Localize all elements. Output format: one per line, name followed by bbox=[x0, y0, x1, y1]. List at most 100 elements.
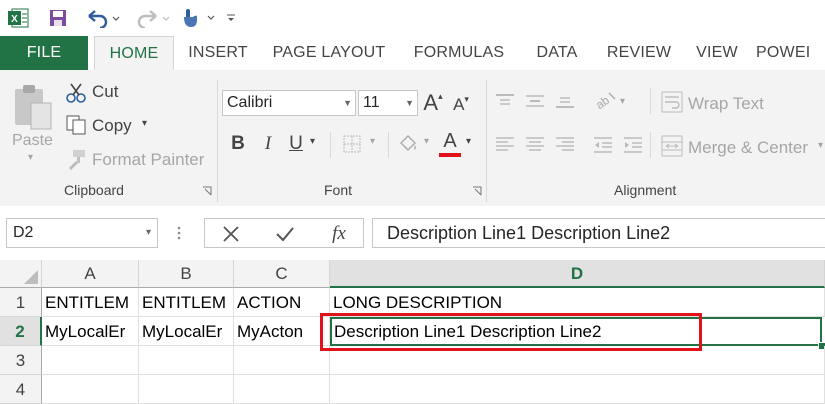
paste-icon[interactable] bbox=[10, 80, 56, 132]
ribbon-tabs: FILE HOME INSERT PAGE LAYOUT FORMULAS DA… bbox=[0, 36, 825, 72]
align-left-icon[interactable] bbox=[494, 134, 516, 156]
cell-c2[interactable]: MyActon bbox=[234, 317, 330, 346]
fill-color-icon[interactable] bbox=[396, 132, 420, 156]
decrease-font-size-icon[interactable]: A ▾ bbox=[450, 94, 472, 116]
wrap-text-button[interactable]: Wrap Text bbox=[688, 94, 764, 114]
font-size-dropdown-icon[interactable]: ▼ bbox=[405, 91, 414, 115]
align-center-icon[interactable] bbox=[524, 134, 546, 156]
borders-dropdown-icon[interactable]: ▾ bbox=[370, 136, 375, 147]
formula-input[interactable]: Description Line1 Description Line2 bbox=[372, 218, 825, 248]
copy-dropdown-icon[interactable]: ▾ bbox=[142, 118, 147, 129]
font-color-icon[interactable]: A bbox=[438, 130, 462, 158]
merge-center-dropdown-icon[interactable]: ▾ bbox=[818, 140, 823, 151]
worksheet-grid[interactable]: A B C D 1 2 3 4 ENTITLEM ENTITLEM ACTION… bbox=[0, 260, 825, 404]
decrease-indent-icon[interactable] bbox=[592, 134, 614, 156]
tab-data[interactable]: DATA bbox=[522, 36, 592, 70]
save-icon[interactable] bbox=[46, 6, 70, 30]
cell-a2[interactable]: MyLocalEr bbox=[42, 317, 139, 346]
cell-d1[interactable]: LONG DESCRIPTION bbox=[330, 288, 825, 317]
column-header-d[interactable]: D bbox=[330, 260, 825, 288]
cell-b4[interactable] bbox=[139, 375, 234, 404]
touch-mode-icon[interactable] bbox=[178, 6, 218, 30]
cell-c3[interactable] bbox=[234, 346, 330, 375]
ribbon-home: Paste ▾ Cut Copy ▾ Format Painter Clipbo… bbox=[0, 70, 825, 207]
font-launcher-icon[interactable] bbox=[472, 186, 482, 196]
tab-formulas[interactable]: FORMULAS bbox=[402, 36, 516, 70]
cell-a3[interactable] bbox=[42, 346, 139, 375]
cell-b3[interactable] bbox=[139, 346, 234, 375]
paste-button[interactable]: Paste bbox=[12, 132, 53, 150]
orientation-icon[interactable]: ab bbox=[592, 88, 618, 112]
cell-b1[interactable]: ENTITLEM bbox=[139, 288, 234, 317]
row-header-3[interactable]: 3 bbox=[0, 346, 42, 375]
merge-center-icon[interactable] bbox=[660, 134, 684, 158]
undo-icon[interactable] bbox=[82, 6, 122, 30]
cell-d4[interactable] bbox=[330, 375, 825, 404]
font-group-label: Font bbox=[324, 182, 353, 198]
tab-power[interactable]: POWEI bbox=[756, 36, 825, 70]
column-header-b[interactable]: B bbox=[139, 260, 234, 288]
fill-color-dropdown-icon[interactable]: ▾ bbox=[424, 136, 429, 147]
bold-button[interactable]: B bbox=[226, 132, 250, 156]
column-header-c[interactable]: C bbox=[234, 260, 330, 288]
underline-dropdown-icon[interactable]: ▾ bbox=[310, 136, 315, 147]
underline-button[interactable]: U bbox=[284, 132, 308, 156]
merge-center-button[interactable]: Merge & Center bbox=[688, 138, 808, 158]
clipboard-launcher-icon[interactable] bbox=[202, 186, 212, 196]
alignment-separator bbox=[650, 132, 651, 158]
increase-font-size-icon[interactable]: A ▴ bbox=[422, 90, 444, 116]
insert-function-icon[interactable]: fx bbox=[323, 221, 355, 247]
italic-button[interactable]: I bbox=[256, 132, 280, 156]
name-box-dropdown-icon[interactable]: ▾ bbox=[146, 219, 151, 247]
cut-button[interactable]: Cut bbox=[92, 82, 118, 102]
tab-page-layout[interactable]: PAGE LAYOUT bbox=[262, 36, 396, 70]
customize-qat-icon[interactable] bbox=[224, 6, 238, 30]
tab-file[interactable]: FILE bbox=[0, 36, 88, 70]
font-name-combo[interactable]: Calibri ▼ bbox=[222, 90, 356, 116]
wrap-text-icon[interactable] bbox=[660, 90, 684, 114]
svg-text:X: X bbox=[11, 14, 18, 25]
tab-insert[interactable]: INSERT bbox=[178, 36, 258, 70]
enter-icon[interactable] bbox=[271, 222, 299, 246]
cut-icon[interactable] bbox=[64, 82, 88, 104]
font-separator bbox=[388, 132, 389, 158]
paste-dropdown-icon[interactable]: ▾ bbox=[28, 152, 33, 163]
cancel-icon[interactable] bbox=[217, 222, 245, 246]
format-painter-icon[interactable] bbox=[64, 148, 88, 170]
cell-c4[interactable] bbox=[234, 375, 330, 404]
align-top-icon[interactable] bbox=[494, 90, 516, 112]
row-header-4[interactable]: 4 bbox=[0, 375, 42, 404]
formula-buttons: fx bbox=[204, 218, 364, 248]
tab-view[interactable]: VIEW bbox=[686, 36, 748, 70]
formula-bar-grip-icon[interactable] bbox=[172, 224, 186, 242]
copy-button[interactable]: Copy bbox=[92, 116, 132, 136]
align-right-icon[interactable] bbox=[554, 134, 576, 156]
font-color-dropdown-icon[interactable]: ▾ bbox=[466, 136, 471, 147]
excel-logo-icon: X bbox=[6, 6, 32, 30]
cell-a1[interactable]: ENTITLEM bbox=[42, 288, 139, 317]
align-bottom-icon[interactable] bbox=[554, 90, 576, 112]
cell-d2[interactable]: Description Line1 Description Line2 bbox=[330, 317, 822, 346]
borders-icon[interactable] bbox=[340, 132, 364, 156]
tab-review[interactable]: REVIEW bbox=[598, 36, 680, 70]
cell-d3[interactable] bbox=[330, 346, 825, 375]
cell-c1[interactable]: ACTION bbox=[234, 288, 330, 317]
font-name-value: Calibri bbox=[227, 94, 273, 111]
name-box[interactable]: D2 ▾ bbox=[6, 218, 158, 248]
cell-b2[interactable]: MyLocalEr bbox=[139, 317, 234, 346]
row-header-1[interactable]: 1 bbox=[0, 288, 42, 317]
format-painter-button[interactable]: Format Painter bbox=[92, 150, 204, 170]
select-all-corner[interactable] bbox=[0, 260, 42, 288]
row-header-2[interactable]: 2 bbox=[0, 317, 42, 346]
copy-icon[interactable] bbox=[64, 114, 88, 136]
font-name-dropdown-icon[interactable]: ▼ bbox=[343, 91, 352, 115]
group-separator bbox=[217, 80, 218, 202]
font-separator bbox=[330, 132, 331, 158]
orientation-dropdown-icon[interactable]: ▾ bbox=[620, 96, 625, 107]
tab-home[interactable]: HOME bbox=[94, 36, 174, 72]
font-size-combo[interactable]: 11 ▼ bbox=[358, 90, 418, 116]
cell-a4[interactable] bbox=[42, 375, 139, 404]
increase-indent-icon[interactable] bbox=[622, 134, 644, 156]
align-middle-icon[interactable] bbox=[524, 90, 546, 112]
column-header-a[interactable]: A bbox=[42, 260, 139, 288]
